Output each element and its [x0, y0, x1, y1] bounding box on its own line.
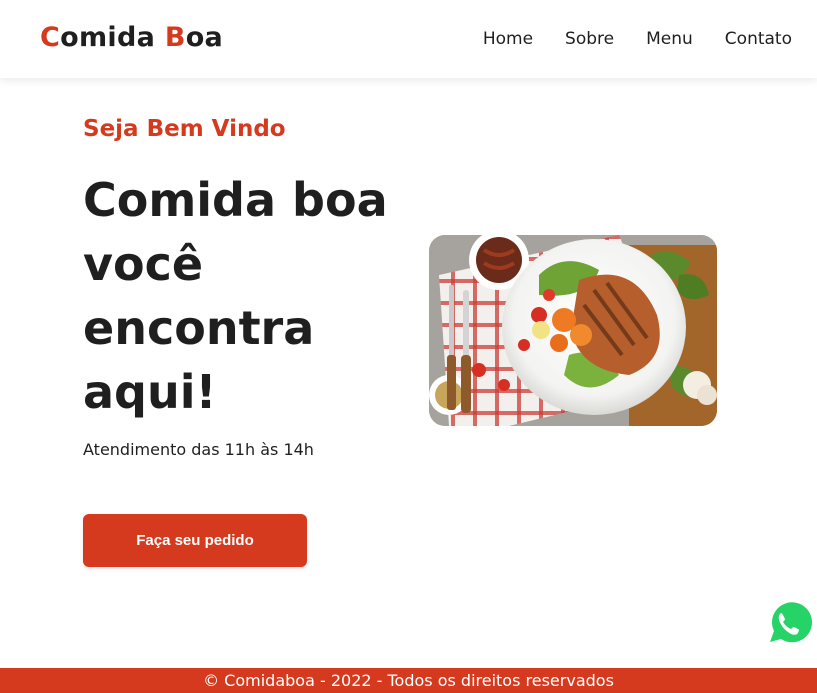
site-header: Comida Boa Home Sobre Menu Contato — [0, 0, 817, 78]
site-footer: © Comidaboa - 2022 - Todos os direitos r… — [0, 668, 817, 693]
nav-home[interactable]: Home — [483, 27, 533, 51]
site-logo[interactable]: Comida Boa — [40, 20, 223, 56]
grilled-fish-plate-photo — [429, 235, 717, 426]
logo-initial-b: B — [164, 22, 186, 53]
nav-menu[interactable]: Menu — [646, 27, 693, 51]
page: Comida Boa Home Sobre Menu Contato Seja … — [0, 0, 817, 693]
order-button[interactable]: Faça seu pedido — [83, 514, 307, 567]
logo-text-first: omida — [60, 22, 165, 53]
whatsapp-button[interactable] — [764, 599, 813, 647]
logo-text-second: oa — [185, 22, 224, 53]
logo-initial-c: C — [40, 22, 61, 53]
main-nav: Home Sobre Menu Contato — [483, 27, 792, 51]
opening-hours: Atendimento das 11h às 14h — [83, 440, 314, 459]
nav-contato[interactable]: Contato — [725, 27, 792, 51]
nav-sobre[interactable]: Sobre — [565, 27, 614, 51]
hero-headline: Comida boa você encontra aqui! — [83, 173, 388, 419]
food-image — [429, 235, 717, 426]
welcome-subtitle: Seja Bem Vindo — [83, 116, 286, 142]
whatsapp-icon — [766, 601, 813, 645]
footer-copyright: © Comidaboa - 2022 - Todos os direitos r… — [203, 671, 614, 690]
